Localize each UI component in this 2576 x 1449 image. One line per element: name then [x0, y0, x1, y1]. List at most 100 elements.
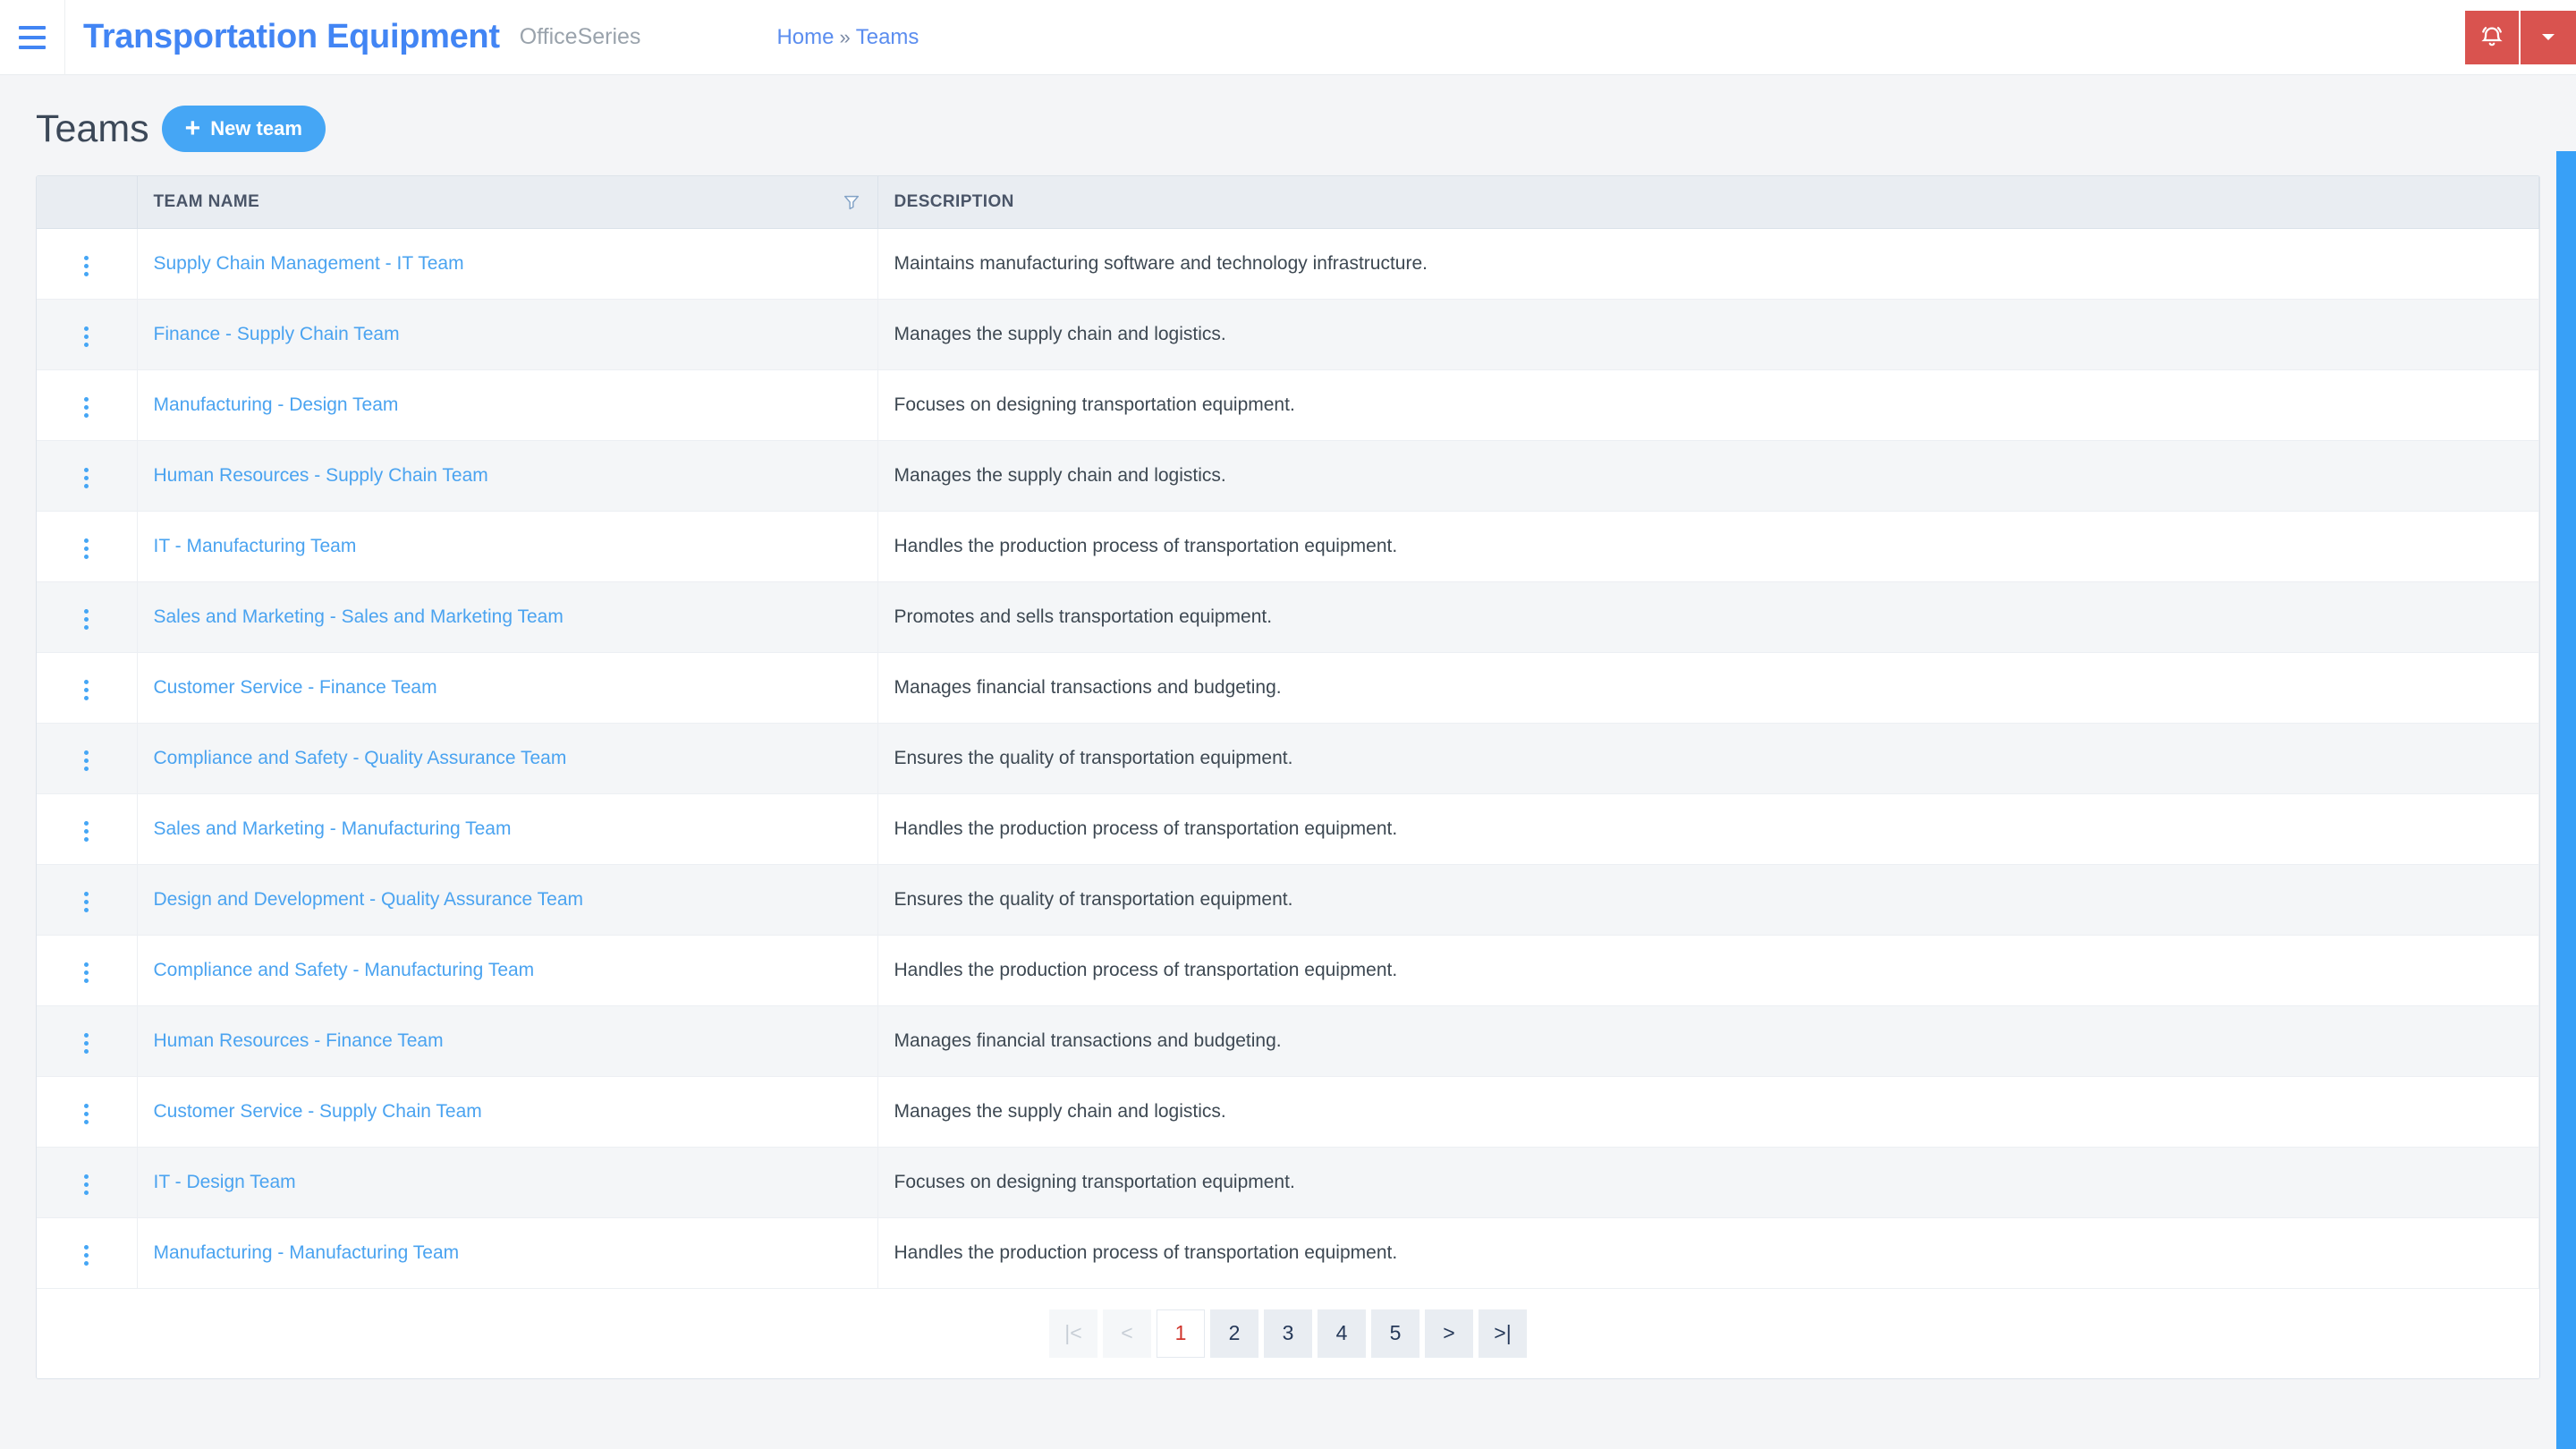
vertical-dots-icon[interactable]: [72, 319, 101, 354]
vertical-dots-icon[interactable]: [72, 1026, 101, 1061]
team-name-link[interactable]: Customer Service - Finance Team: [154, 677, 437, 698]
table-row: Human Resources - Finance Team Manages fi…: [37, 1005, 2539, 1077]
team-name-link[interactable]: Manufacturing - Design Team: [154, 394, 399, 415]
team-description-cell: Focuses on designing transportation equi…: [877, 369, 2539, 441]
pagination-first-button[interactable]: |<: [1049, 1309, 1097, 1358]
hamburger-line: [19, 35, 46, 39]
table-row: Manufacturing - Design Team Focuses on de…: [37, 369, 2539, 441]
column-header-team-name: TEAM NAME: [137, 176, 878, 229]
row-menu-cell: [37, 581, 138, 653]
pagination-bar: |< < 12345 > >|: [37, 1288, 2539, 1378]
table-row: Human Resources - Supply Chain Team Manag…: [37, 440, 2539, 512]
pagination: |< < 12345 > >|: [1049, 1309, 1527, 1358]
team-name-cell: Customer Service - Supply Chain Team: [137, 1076, 878, 1148]
vertical-dots-icon[interactable]: [72, 673, 101, 708]
vertical-dots-icon[interactable]: [72, 814, 101, 849]
team-name-link[interactable]: Finance - Supply Chain Team: [154, 324, 400, 344]
topbar-actions: [2465, 11, 2576, 64]
plus-icon: +: [184, 114, 201, 143]
breadcrumb-item-home[interactable]: Home: [776, 25, 834, 50]
vertical-dots-icon[interactable]: [72, 743, 101, 778]
vertical-dots-icon[interactable]: [72, 531, 101, 566]
team-name-link[interactable]: Supply Chain Management - IT Team: [154, 253, 464, 274]
pagination-page-5-button[interactable]: 5: [1371, 1309, 1419, 1358]
table-row: Supply Chain Management - IT Team Maintai…: [37, 228, 2539, 300]
team-description-cell: Handles the production process of transp…: [877, 935, 2539, 1006]
vertical-dots-icon[interactable]: [72, 390, 101, 425]
brand-title: Transportation Equipment: [83, 18, 500, 55]
bell-icon: [2479, 23, 2505, 53]
vertical-scrollbar-track[interactable]: [2556, 151, 2576, 1449]
team-name-link[interactable]: Sales and Marketing - Sales and Marketin…: [154, 606, 564, 627]
team-name-link[interactable]: Sales and Marketing - Manufacturing Team: [154, 818, 512, 839]
team-name-cell: Sales and Marketing - Sales and Marketin…: [137, 581, 878, 653]
notification-button[interactable]: [2465, 11, 2521, 64]
vertical-dots-icon[interactable]: [72, 1238, 101, 1273]
vertical-dots-icon[interactable]: [72, 885, 101, 919]
chevron-down-icon: [2538, 26, 2559, 50]
team-name-cell: Customer Service - Finance Team: [137, 652, 878, 724]
breadcrumb-separator: »: [839, 25, 851, 48]
teams-table-card: TEAM NAME DESCRIPTION Supply Chain Manag…: [36, 175, 2540, 1379]
row-menu-cell: [37, 228, 138, 300]
table-row: IT - Design Team Focuses on designing tra…: [37, 1147, 2539, 1218]
team-name-cell: Compliance and Safety - Manufacturing Te…: [137, 935, 878, 1006]
team-name-cell: Finance - Supply Chain Team: [137, 299, 878, 370]
team-description-cell: Manages the supply chain and logistics.: [877, 440, 2539, 512]
row-menu-cell: [37, 511, 138, 582]
team-name-link[interactable]: Compliance and Safety - Manufacturing Te…: [154, 960, 535, 980]
team-name-cell: Human Resources - Finance Team: [137, 1005, 878, 1077]
vertical-dots-icon[interactable]: [72, 602, 101, 637]
vertical-scrollbar-thumb[interactable]: [2556, 151, 2576, 1449]
vertical-dots-icon[interactable]: [72, 249, 101, 284]
page-header: Teams + New team: [36, 75, 2540, 175]
row-menu-cell: [37, 1217, 138, 1289]
team-name-link[interactable]: Manufacturing - Manufacturing Team: [154, 1242, 460, 1263]
pagination-page-1-button[interactable]: 1: [1157, 1309, 1205, 1358]
team-name-link[interactable]: Human Resources - Supply Chain Team: [154, 465, 488, 486]
row-menu-cell: [37, 935, 138, 1006]
team-name-link[interactable]: Customer Service - Supply Chain Team: [154, 1101, 482, 1122]
pagination-prev-button[interactable]: <: [1103, 1309, 1151, 1358]
team-name-link[interactable]: IT - Manufacturing Team: [154, 536, 357, 556]
team-name-link[interactable]: IT - Design Team: [154, 1172, 296, 1192]
table-header-row: TEAM NAME DESCRIPTION: [37, 176, 2539, 229]
column-header-description: DESCRIPTION: [877, 176, 2539, 229]
pagination-page-4-button[interactable]: 4: [1318, 1309, 1366, 1358]
row-menu-cell: [37, 1005, 138, 1077]
team-description-cell: Manages the supply chain and logistics.: [877, 299, 2539, 370]
pagination-next-button[interactable]: >: [1425, 1309, 1473, 1358]
table-row: Sales and Marketing - Sales and Marketin…: [37, 581, 2539, 653]
team-description-cell: Manages financial transactions and budge…: [877, 1005, 2539, 1077]
team-name-cell: Manufacturing - Manufacturing Team: [137, 1217, 878, 1289]
new-team-button[interactable]: + New team: [161, 106, 326, 152]
brand-suffix: OfficeSeries: [519, 24, 641, 49]
team-name-link[interactable]: Human Resources - Finance Team: [154, 1030, 444, 1051]
breadcrumb-item-teams[interactable]: Teams: [856, 25, 919, 50]
pagination-page-2-button[interactable]: 2: [1210, 1309, 1258, 1358]
team-name-link[interactable]: Design and Development - Quality Assuran…: [154, 889, 584, 910]
pagination-page-numbers: 12345: [1157, 1309, 1419, 1358]
table-row: Design and Development - Quality Assuran…: [37, 864, 2539, 936]
vertical-dots-icon[interactable]: [72, 1097, 101, 1131]
team-name-link[interactable]: Compliance and Safety - Quality Assuranc…: [154, 748, 567, 768]
top-navigation-bar: Transportation Equipment OfficeSeries Ho…: [0, 0, 2576, 75]
vertical-dots-icon[interactable]: [72, 955, 101, 990]
team-name-cell: Sales and Marketing - Manufacturing Team: [137, 793, 878, 865]
hamburger-menu-icon[interactable]: [0, 0, 64, 75]
pagination-last-button[interactable]: >|: [1479, 1309, 1527, 1358]
row-menu-cell: [37, 864, 138, 936]
row-menu-cell: [37, 652, 138, 724]
hamburger-line: [19, 25, 46, 30]
pagination-page-3-button[interactable]: 3: [1264, 1309, 1312, 1358]
breadcrumb: Home » Teams: [776, 25, 919, 50]
filter-funnel-icon[interactable]: [842, 192, 861, 212]
row-menu-cell: [37, 369, 138, 441]
team-description-cell: Ensures the quality of transportation eq…: [877, 723, 2539, 794]
row-menu-cell: [37, 793, 138, 865]
vertical-dots-icon[interactable]: [72, 461, 101, 496]
vertical-dots-icon[interactable]: [72, 1167, 101, 1202]
notification-dropdown-button[interactable]: [2521, 11, 2576, 64]
table-row: Customer Service - Finance Team Manages f…: [37, 652, 2539, 724]
team-name-cell: Compliance and Safety - Quality Assuranc…: [137, 723, 878, 794]
